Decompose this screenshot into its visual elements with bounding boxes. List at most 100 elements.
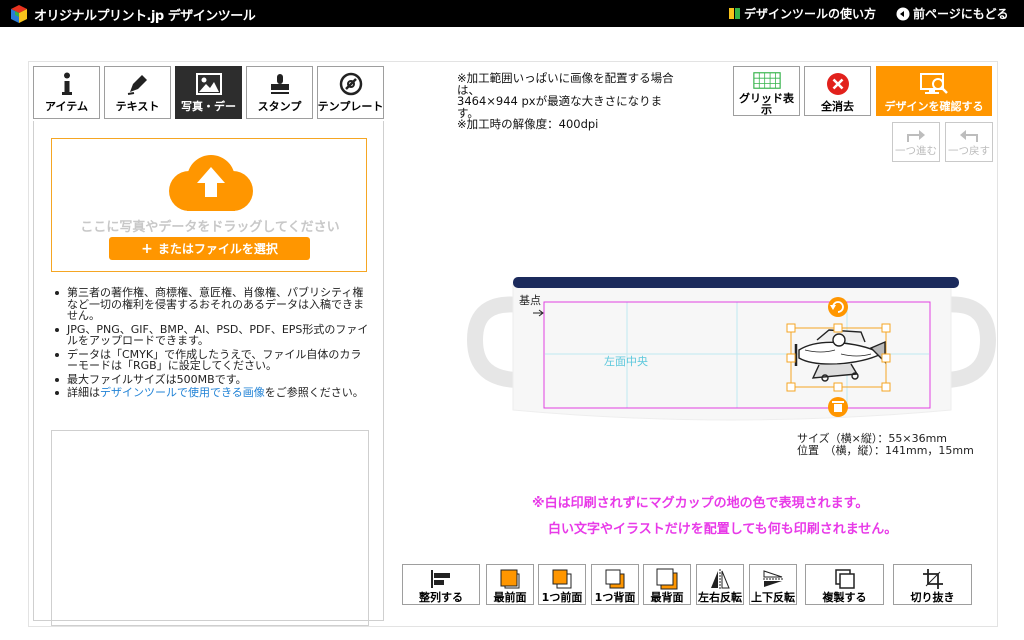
select-file-label: またはファイルを選択 [157, 242, 278, 256]
site-logo[interactable]: オリジナルプリント.jp デザインツール [9, 4, 256, 24]
note-details-prefix: 詳細は [67, 386, 100, 399]
book-icon [729, 8, 740, 19]
plus-icon: + [141, 240, 153, 257]
note-copyright: 第三者の著作権、商標権、意匠権、肖像権、パブリシティ権など一切の権利を侵害するお… [52, 287, 372, 322]
note-colormode: データは「CMYK」で作成したうえで、ファイル自体のカラーモードは「RGB」に設… [52, 348, 372, 372]
flip-horizontal-button[interactable]: 左右反転 [696, 564, 744, 605]
bring-to-front-icon [500, 569, 520, 589]
flip-vertical-label: 上下反転 [751, 591, 795, 604]
drop-hint: ここに写真やデータをドラッグしてください [80, 220, 340, 235]
tab-label: テンプレート [317, 100, 384, 113]
delete-handle-icon[interactable] [828, 397, 848, 417]
send-to-back-icon [656, 568, 678, 590]
bring-to-front-button[interactable]: 最前面 [486, 564, 534, 605]
note-formats: JPG、PNG、GIF、BMP、AI、PSD、PDF、EPS形式のファイルをアッ… [52, 323, 372, 347]
cube-logo-icon [11, 5, 27, 23]
object-size: サイズ（横×縦）：55×36mm [797, 432, 948, 445]
print-info: ※加工範囲いっぱいに画像を配置する場合は、 3464×944 pxが最適な大きさ… [457, 71, 682, 131]
i-icon [61, 72, 72, 95]
redo-label: 一つ進む [895, 145, 937, 157]
duplicate-icon [834, 569, 855, 589]
back-arrow-icon [896, 7, 910, 20]
undo-icon [960, 130, 978, 142]
clear-all-label: 全消去 [821, 100, 854, 113]
usable-images-link[interactable]: デザインツールで使用できる画像 [100, 386, 265, 399]
rotate-handle-icon[interactable] [828, 297, 848, 317]
origin-label: 基点 [519, 294, 541, 307]
duplicate-label: 複製する [822, 591, 867, 604]
align-label: 整列する [419, 591, 463, 604]
tab-template[interactable]: テンプレート [317, 66, 384, 119]
stamp-icon [270, 74, 289, 94]
uploaded-images-list[interactable] [51, 430, 369, 626]
site-name: オリジナルプリント.jp デザインツール [34, 8, 256, 24]
note-details-suffix: をご参照ください。 [264, 386, 364, 399]
align-icon [431, 570, 450, 588]
tab-label: テキスト [115, 100, 160, 113]
undo-button[interactable]: 一つ戻す [945, 122, 993, 162]
grid-icon [752, 72, 781, 89]
upload-notes: 第三者の著作権、商標権、意匠権、肖像権、パブリシティ権など一切の権利を侵害するお… [52, 287, 372, 401]
mug-canvas[interactable]: 基点 左面中央 [465, 270, 998, 430]
align-button[interactable]: 整列する [402, 564, 480, 605]
monitor-search-icon [920, 73, 948, 94]
send-backward-label: 1つ背面 [594, 591, 636, 604]
flip-vertical-button[interactable]: 上下反転 [749, 564, 797, 605]
crop-button[interactable]: 切り抜き [893, 564, 972, 605]
flip-vertical-icon [763, 570, 783, 587]
grid-toggle-button[interactable]: グリッド表示 [733, 66, 800, 116]
info-line-2: 3464×944 pxが最適な大きさになります。 [457, 94, 663, 120]
top-bar: オリジナルプリント.jp デザインツール デザインツールの使い方 前ページにもど… [0, 0, 1024, 27]
tab-text[interactable]: テキスト [104, 66, 171, 119]
grid-label: グリッド表示 [739, 92, 794, 116]
info-line-3: ※加工時の解像度：400dpi [457, 117, 599, 131]
warning-line-1: ※白は印刷されずにマグカップの地の色で表現されます。 [532, 496, 869, 511]
tab-label: アイテム [45, 100, 88, 113]
center-label: 左面中央 [604, 355, 648, 368]
send-backward-button[interactable]: 1つ背面 [591, 564, 639, 605]
flip-horizontal-icon [711, 569, 730, 589]
back-link[interactable]: 前ページにもどる [896, 5, 1009, 22]
confirm-design-button[interactable]: デザインを確認する [876, 66, 992, 116]
image-icon [195, 73, 222, 95]
mug-rim [513, 277, 959, 288]
bring-forward-button[interactable]: 1つ前面 [538, 564, 586, 605]
undo-label: 一つ戻す [948, 145, 990, 157]
send-to-back-label: 最背面 [650, 591, 684, 604]
tab-item[interactable]: アイテム [33, 66, 100, 119]
close-circle-icon [826, 73, 849, 95]
help-link-label: デザインツールの使い方 [744, 7, 877, 21]
crop-icon [922, 569, 943, 589]
warning-line-2: 白い文字やイラストだけを配置しても何も印刷されません。 [548, 522, 898, 537]
redo-icon [907, 130, 925, 142]
pen-icon [127, 75, 147, 95]
redo-button[interactable]: 一つ進む [892, 122, 940, 162]
cloud-upload-icon [169, 155, 253, 211]
confirm-design-label: デザインを確認する [884, 100, 984, 113]
tab-label: 写真・デー [181, 100, 236, 113]
tab-photo[interactable]: 写真・デー [175, 66, 242, 119]
tab-label: スタンプ [257, 100, 302, 113]
flip-horizontal-label: 左右反転 [698, 591, 742, 604]
tab-stamp[interactable]: スタンプ [246, 66, 313, 119]
bring-forward-label: 1つ前面 [541, 591, 583, 604]
duplicate-button[interactable]: 複製する [805, 564, 884, 605]
bring-forward-icon [552, 569, 572, 589]
clear-all-button[interactable]: 全消去 [804, 66, 871, 116]
template-icon [339, 72, 362, 96]
object-dimensions: サイズ（横×縦）：55×36mm 位置 （横，縦）：141mm，15mm [797, 433, 974, 456]
send-to-back-button[interactable]: 最背面 [643, 564, 691, 605]
help-link[interactable]: デザインツールの使い方 [728, 5, 876, 22]
object-position: 位置 （横，縦）：141mm，15mm [797, 443, 974, 457]
note-details: 詳細はデザインツールで使用できる画像をご参照ください。 [52, 387, 372, 399]
bring-to-front-label: 最前面 [493, 591, 527, 604]
crop-label: 切り抜き [910, 591, 955, 604]
note-filesize: 最大ファイルサイズは500MBです。 [52, 373, 372, 386]
tool-tabs: アイテム テキスト 写真・デー スタンプ テンプレート [33, 66, 384, 121]
send-backward-icon [605, 569, 625, 589]
info-line-1: ※加工範囲いっぱいに画像を配置する場合は、 [457, 71, 674, 97]
back-link-label: 前ページにもどる [913, 7, 1009, 21]
white-print-warning: ※白は印刷されずにマグカップの地の色で表現されます。 白い文字やイラストだけを配… [520, 491, 970, 543]
select-file-button[interactable]: + またはファイルを選択 [109, 237, 310, 260]
upload-dropzone[interactable]: ここに写真やデータをドラッグしてください + またはファイルを選択 [51, 138, 367, 272]
